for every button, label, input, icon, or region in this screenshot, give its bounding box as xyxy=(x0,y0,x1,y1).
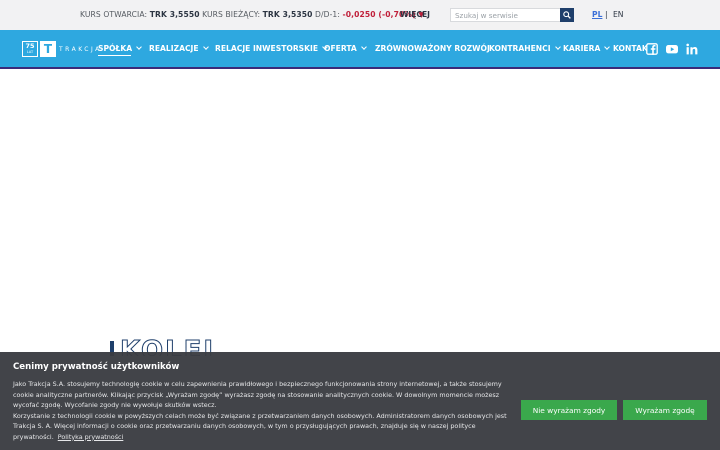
cookie-description: Jako Trakcja S.A. stosujemy technologię … xyxy=(13,379,513,442)
nav-item-realizacje[interactable]: REALIZACJE xyxy=(149,44,209,53)
youtube-icon[interactable] xyxy=(666,43,678,55)
nav-item-label: KONTRAHENCI xyxy=(489,44,551,53)
logo-years-sub: LAT xyxy=(26,50,34,54)
nav-item-spolka[interactable]: SPÓŁKA xyxy=(98,44,142,53)
chevron-down-icon xyxy=(360,44,367,50)
facebook-icon[interactable] xyxy=(646,43,658,55)
search-icon xyxy=(563,11,571,19)
ticker-more-link[interactable]: WIĘCEJ xyxy=(400,10,430,19)
nav-item-label: KONTAKT xyxy=(613,44,647,53)
nav-item-kariera[interactable]: KARIERA xyxy=(563,44,611,53)
lang-pl-link[interactable]: PL xyxy=(592,10,602,19)
logo[interactable]: 75 LAT T TRAKCJA xyxy=(22,41,102,57)
chevron-down-icon xyxy=(604,44,611,50)
nav-item-label: REALIZACJE xyxy=(149,44,199,53)
nav-active-indicator xyxy=(98,55,131,56)
nav-item-oferta[interactable]: OFERTA xyxy=(324,44,367,53)
logo-text: TRAKCJA xyxy=(59,45,102,53)
open-price-label: KURS OTWARCIA: xyxy=(80,10,148,19)
nav-item-zrownowazony-rozwoj[interactable]: ZRÓWNOWAŻONY ROZWÓJ xyxy=(375,44,490,53)
change-label: D/D-1: xyxy=(315,10,340,19)
cookie-title: Cenimy prywatność użytkowników xyxy=(13,362,180,372)
cookie-paragraph-2: Korzystanie z technologii cookie w powyż… xyxy=(13,411,513,443)
chevron-down-icon xyxy=(554,44,561,50)
search-box xyxy=(450,8,574,22)
search-input[interactable] xyxy=(455,10,559,21)
nav-item-kontrahenci[interactable]: KONTRAHENCI xyxy=(489,44,561,53)
logo-anniversary-mark: 75 LAT xyxy=(22,41,38,57)
nav-item-kontakt[interactable]: KONTAKT xyxy=(613,44,647,53)
nav-item-label: OFERTA xyxy=(324,44,357,53)
open-price-value: TRK 3,5550 xyxy=(149,10,200,19)
chevron-down-icon xyxy=(202,44,209,50)
lang-separator: | xyxy=(605,10,608,19)
privacy-policy-link[interactable]: Polityka prywatności xyxy=(58,433,124,441)
nav-item-label: SPÓŁKA xyxy=(98,44,133,53)
logo-letter-mark: T xyxy=(40,41,56,57)
linkedin-icon[interactable] xyxy=(686,43,698,55)
navbar-underline xyxy=(0,67,720,69)
chevron-down-icon xyxy=(136,44,142,50)
lang-en-link[interactable]: EN xyxy=(613,10,623,19)
nav-item-label: KARIERA xyxy=(563,44,601,53)
current-price-label: KURS BIEŻĄCY: xyxy=(202,10,261,19)
nav-item-relacje-inwestorskie[interactable]: RELACJE INWESTORSKIE xyxy=(215,44,328,53)
stock-ticker: KURS OTWARCIA: TRK 3,5550 KURS BIEŻĄCY: … xyxy=(80,10,424,19)
accept-cookies-button[interactable]: Wyrażam zgodę xyxy=(623,400,707,420)
deny-cookies-button[interactable]: Nie wyrażam zgody xyxy=(521,400,617,420)
nav-item-label: ZRÓWNOWAŻONY ROZWÓJ xyxy=(375,44,490,53)
logo-years: 75 xyxy=(25,42,35,50)
current-price-value: TRK 3,5350 xyxy=(262,10,313,19)
search-button[interactable] xyxy=(560,8,574,22)
nav-item-label: RELACJE INWESTORSKIE xyxy=(215,44,319,53)
cookie-paragraph-1: Jako Trakcja S.A. stosujemy technologię … xyxy=(13,380,502,409)
